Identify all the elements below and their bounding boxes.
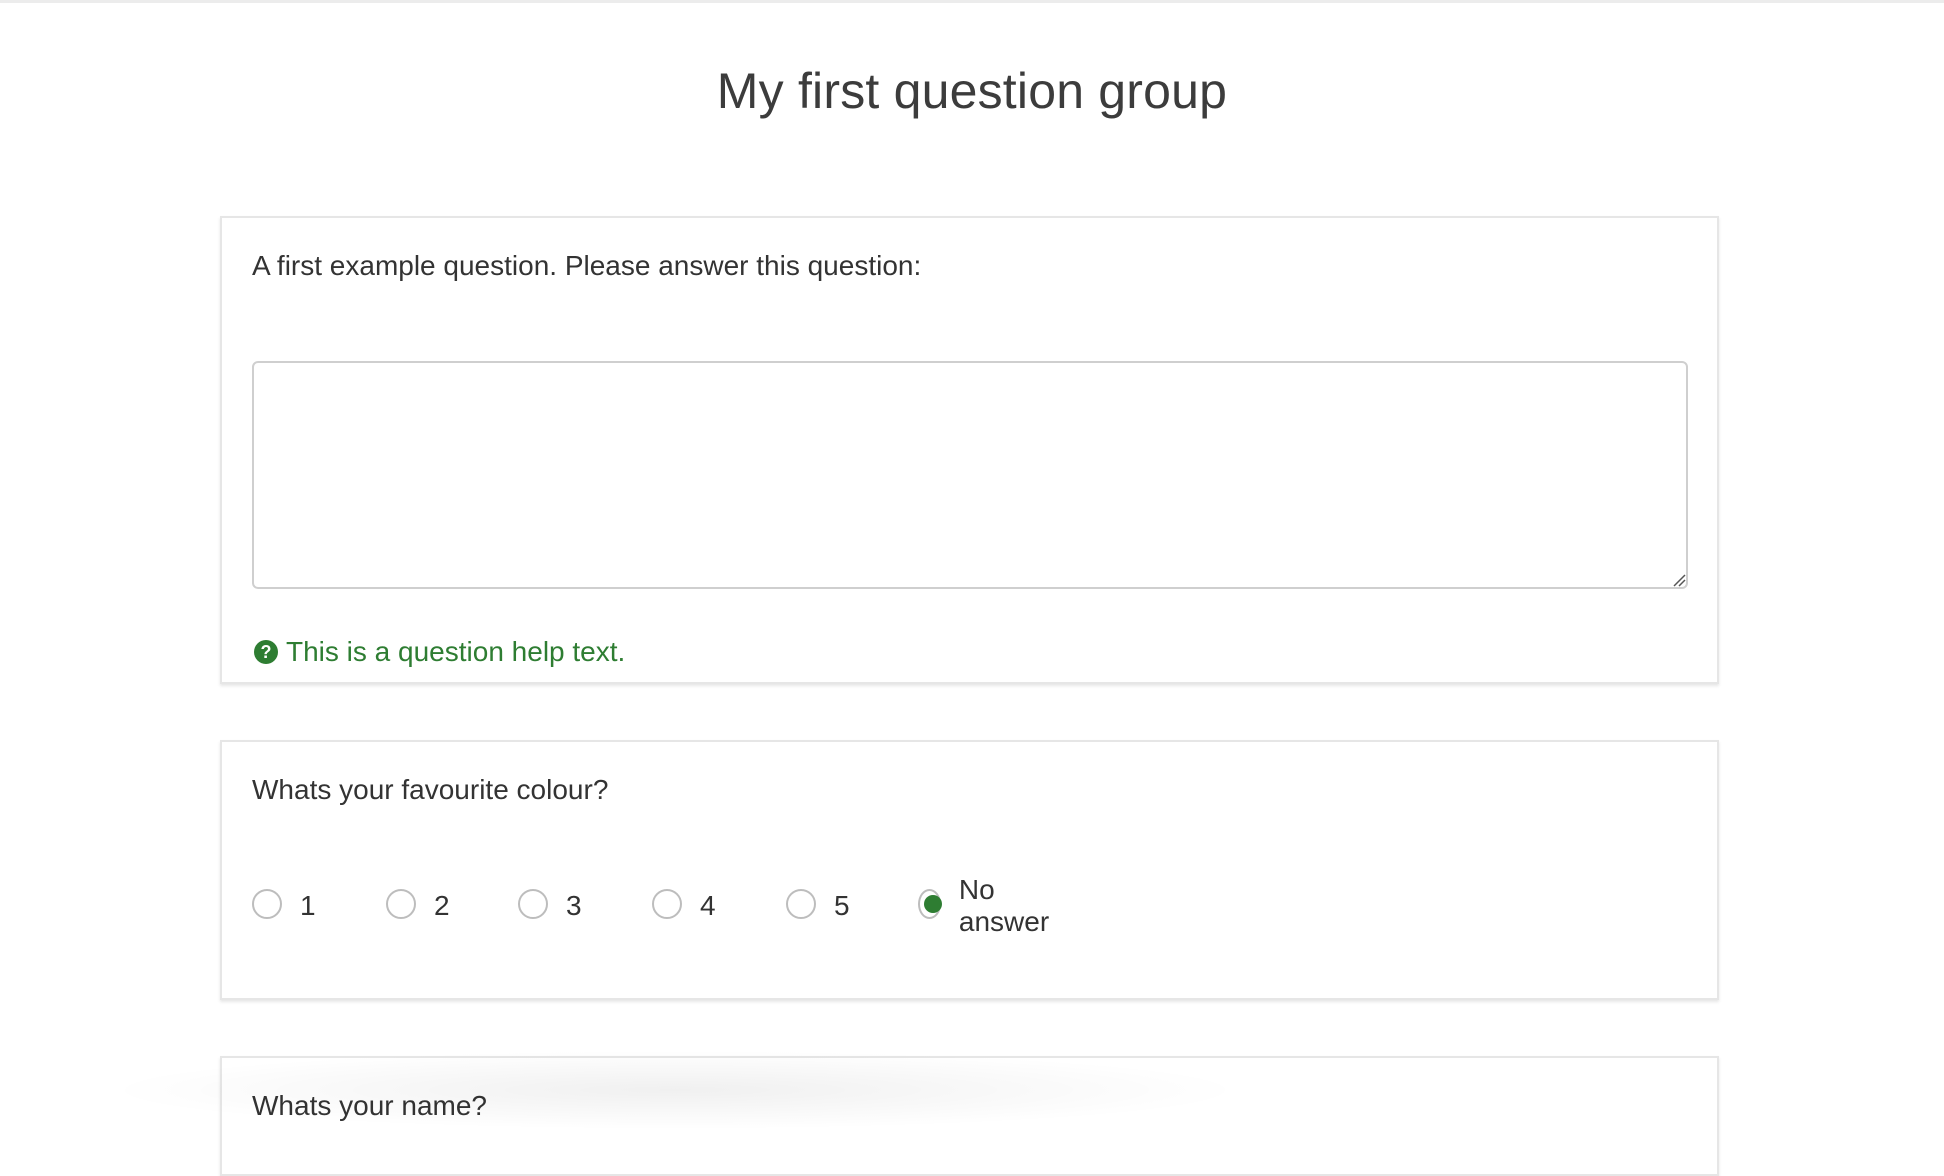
question-card-3: Whats your name? [220, 1056, 1719, 1176]
resize-handle-icon[interactable] [1672, 573, 1686, 587]
radio-option-no-answer[interactable]: No answer [918, 874, 1056, 937]
radio-option-2[interactable]: 2 [386, 884, 450, 924]
radio-label: No answer [958, 874, 1050, 937]
radio-label: 5 [834, 890, 850, 921]
radio-option-5[interactable]: 5 [786, 884, 850, 924]
question-card-1: A first example question. Please answer … [220, 216, 1719, 684]
question-help: ? This is a question help text. [254, 636, 625, 668]
radio-button-selected[interactable] [918, 889, 942, 919]
question-text: Whats your name? [252, 1090, 487, 1121]
radio-label: 2 [434, 890, 450, 921]
question-text: A first example question. Please answer … [252, 250, 922, 281]
radio-option-3[interactable]: 3 [518, 884, 582, 924]
question-card-2: Whats your favourite colour? 1 2 3 4 5 N… [220, 740, 1719, 1000]
radio-button[interactable] [252, 889, 282, 919]
radio-button[interactable] [386, 889, 416, 919]
group-title: My first question group [716, 63, 1228, 119]
answer-textarea[interactable] [252, 361, 1688, 589]
radio-label: 1 [300, 890, 316, 921]
radio-label: 4 [700, 890, 716, 921]
top-divider [0, 0, 1944, 3]
radio-label: 3 [566, 890, 582, 921]
radio-button[interactable] [652, 889, 682, 919]
radio-button[interactable] [518, 889, 548, 919]
help-text: This is a question help text. [286, 636, 626, 667]
question-circle-icon: ? [254, 640, 278, 664]
question-text: Whats your favourite colour? [252, 774, 609, 805]
radio-option-4[interactable]: 4 [652, 884, 716, 924]
radio-button[interactable] [786, 889, 816, 919]
radio-option-1[interactable]: 1 [252, 884, 316, 924]
